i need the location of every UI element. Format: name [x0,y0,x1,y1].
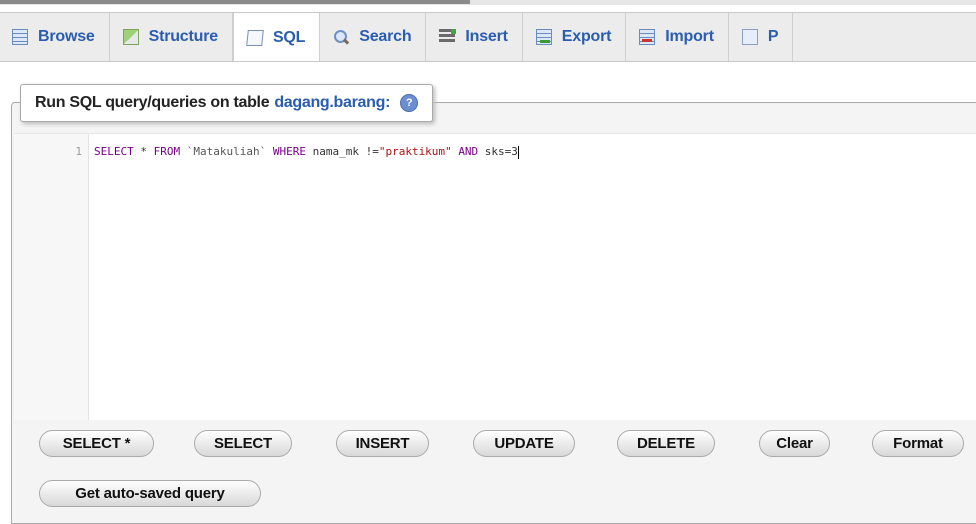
sql-icon [246,29,264,46]
import-icon [639,29,656,45]
tab-label: Insert [465,28,508,45]
sql-identifier: `Matakuliah` [180,145,273,158]
top-strip-scroll [0,0,470,4]
search-icon [333,29,349,45]
browse-icon [12,29,28,45]
insert-icon [439,29,457,45]
tab-structure[interactable]: Structure [110,13,233,61]
sql-keyword: SELECT [94,145,134,158]
tab-insert[interactable]: Insert [426,13,523,61]
insert-button[interactable]: INSERT [336,430,429,457]
tab-label: Export [561,28,612,45]
format-button[interactable]: Format [872,430,964,457]
tab-label: Structure [148,28,219,45]
sql-keyword: FROM [153,145,181,158]
tab-privileges[interactable]: P [729,13,794,61]
sql-text: * [133,145,154,158]
sql-text: sks=3 [478,145,518,158]
tab-label: Search [359,28,412,45]
query-panel-title: Run SQL query/queries on table dagang.ba… [20,84,434,122]
tab-label: SQL [272,28,306,46]
text-cursor [517,145,519,159]
clear-button[interactable]: Clear [759,430,830,457]
tab-label: Import [665,28,714,45]
export-icon [535,29,552,45]
sql-code-line[interactable]: SELECT * FROM `Matakuliah` WHERE nama_mk… [94,145,519,159]
tab-label: Browse [38,28,95,45]
sql-keyword: WHERE [272,145,306,158]
tab-export[interactable]: Export [523,13,627,61]
help-icon[interactable]: ? [400,94,419,112]
update-button[interactable]: UPDATE [473,430,575,457]
sql-editor[interactable]: 1 SELECT * FROM `Matakuliah` WHERE nama_… [14,133,976,420]
top-strip [0,0,976,5]
table-name-link[interactable]: dagang.barang: [274,94,390,112]
select-button[interactable]: SELECT [194,430,292,457]
tab-import[interactable]: Import [626,13,729,61]
line-number: 1 [75,145,82,158]
structure-icon [122,29,139,45]
title-prefix: Run SQL query/queries on table [35,94,270,111]
sql-string: "praktikum" [378,145,452,158]
line-gutter: 1 [14,134,89,420]
tab-browse[interactable]: Browse [0,13,110,61]
tab-search[interactable]: Search [320,13,427,61]
sql-keyword: AND [458,145,479,158]
tab-label: P [767,28,779,45]
select-star-button[interactable]: SELECT * [39,430,154,457]
get-autosaved-query-button[interactable]: Get auto-saved query [39,480,261,507]
delete-button[interactable]: DELETE [617,430,715,457]
privileges-icon [741,29,758,45]
tab-sql[interactable]: SQL [232,13,321,61]
tab-bar: Browse Structure SQL Search Insert Expor… [0,12,976,62]
sql-text: nama_mk != [305,145,379,158]
